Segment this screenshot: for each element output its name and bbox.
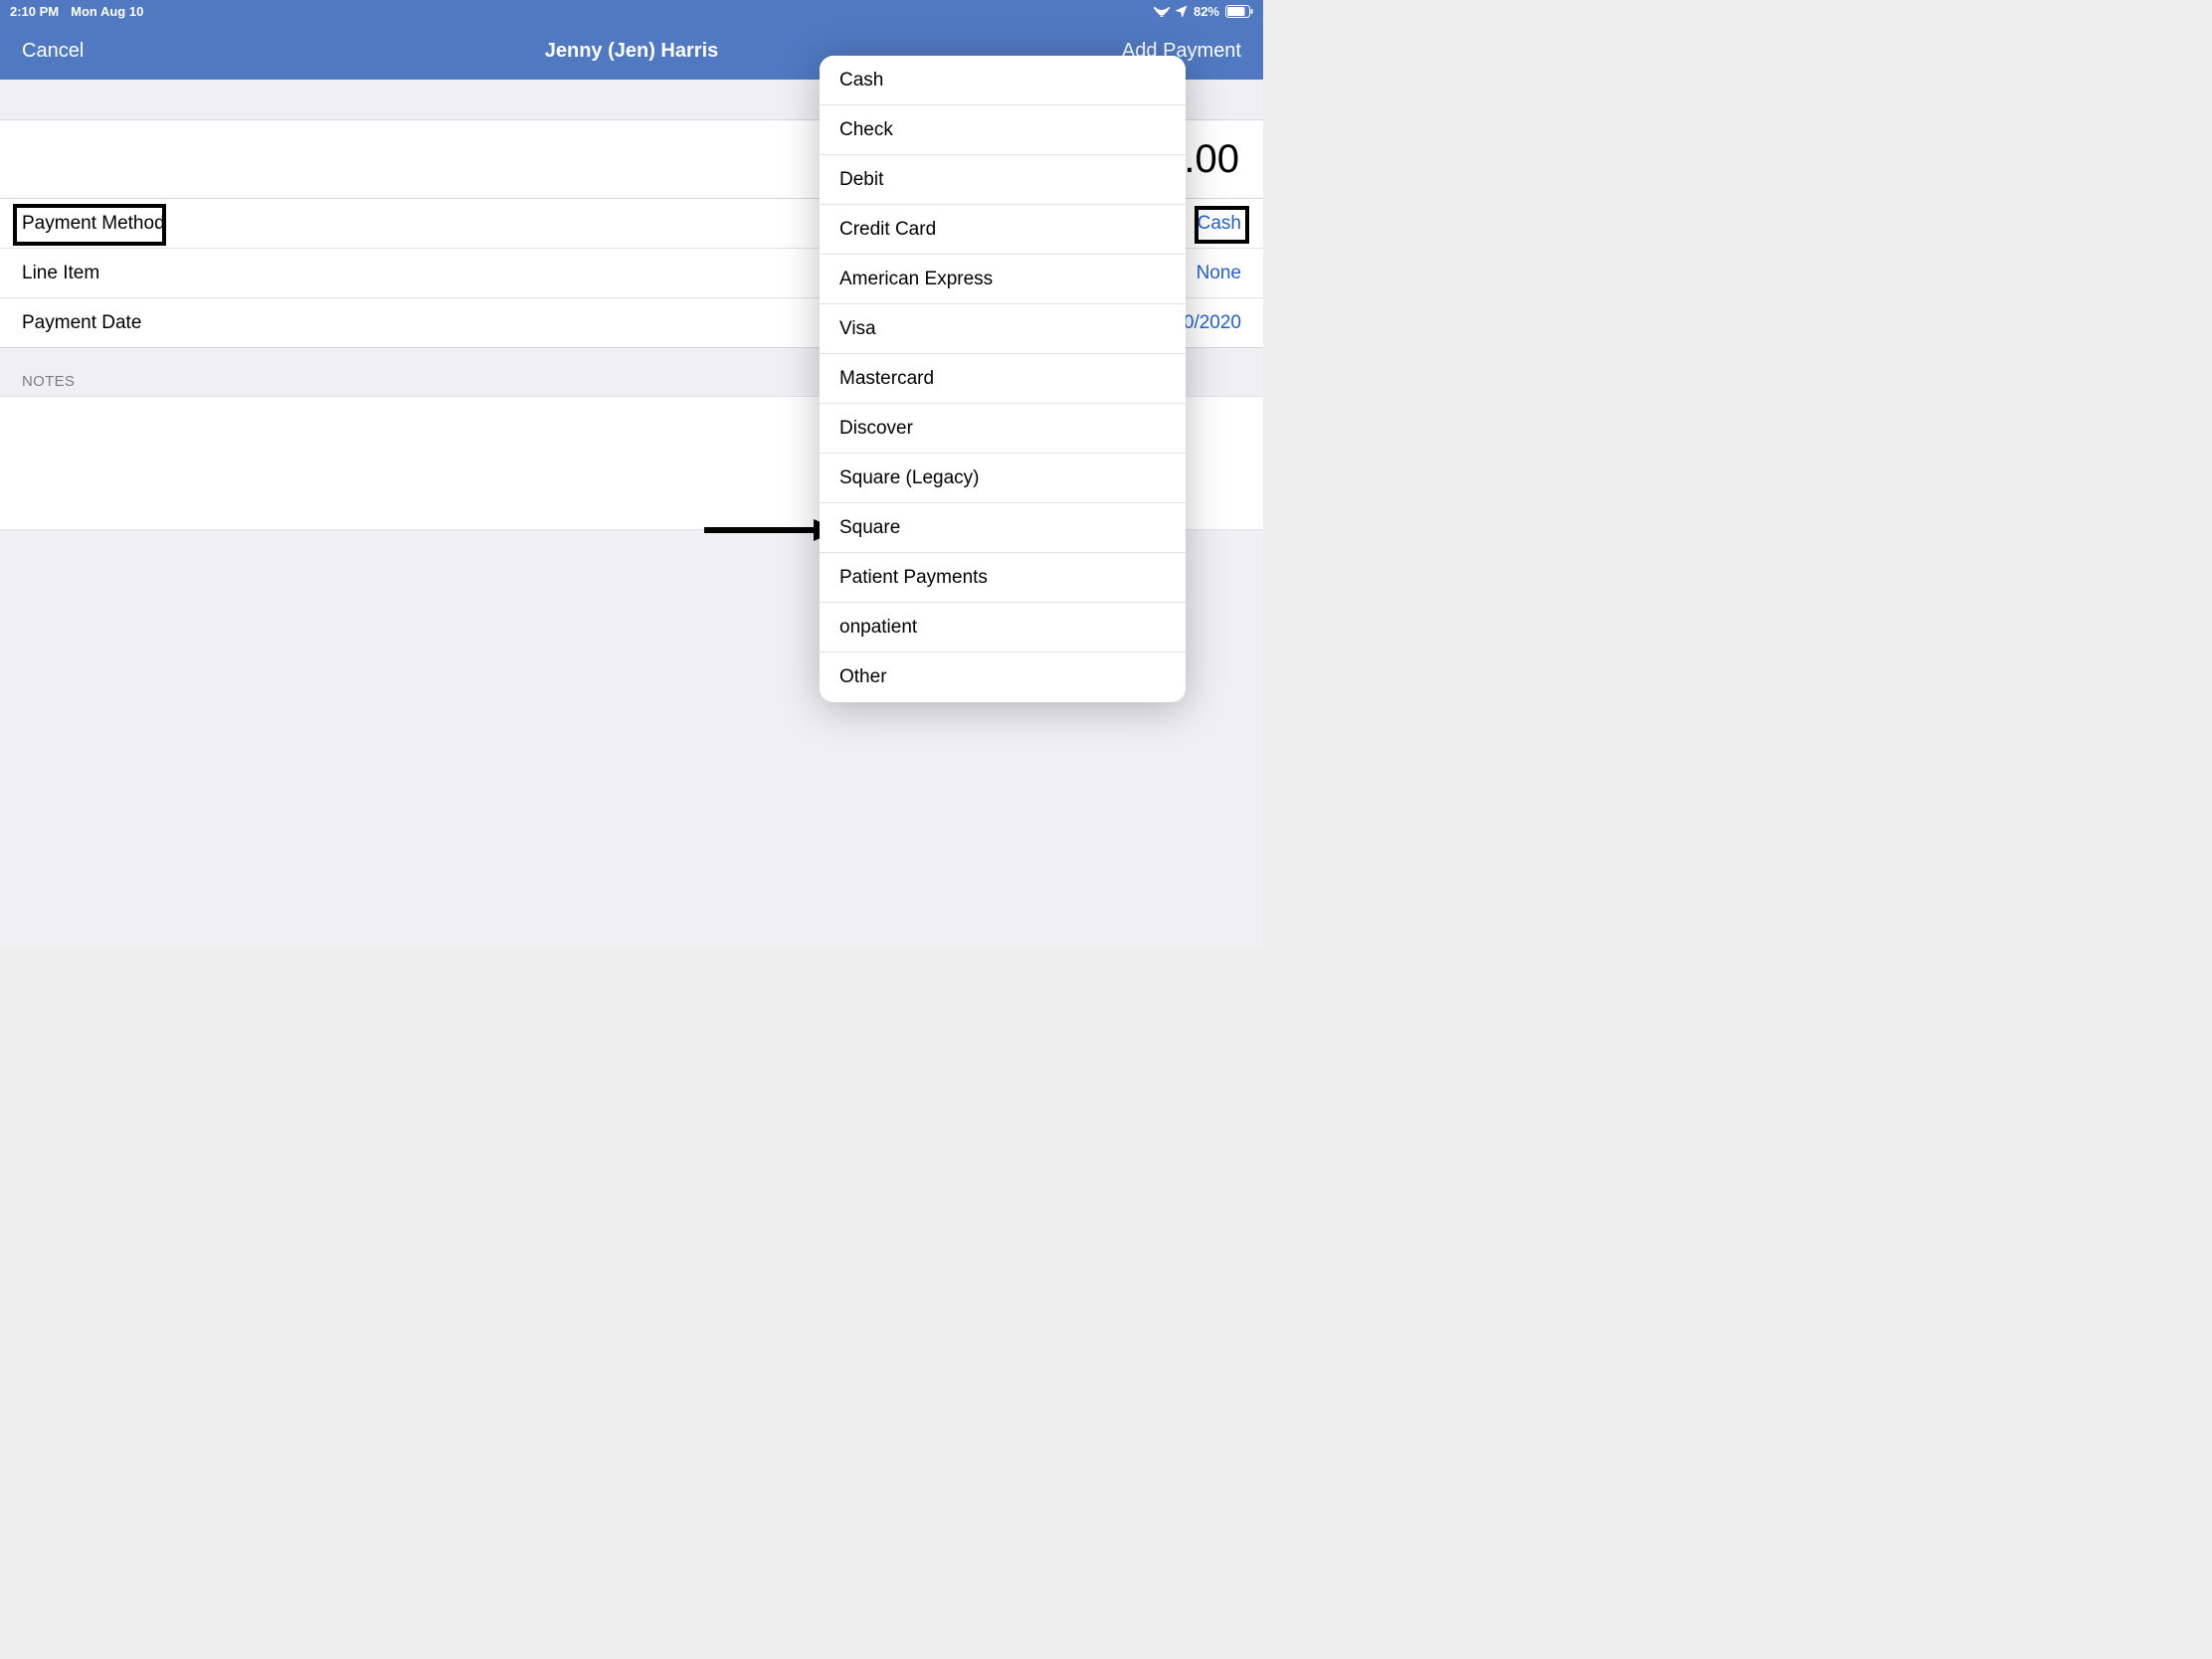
popover-item-credit-card[interactable]: Credit Card [820,205,1186,255]
popover-item-onpatient[interactable]: onpatient [820,603,1186,652]
popover-item-amex[interactable]: American Express [820,255,1186,304]
wifi-icon [1154,5,1170,17]
popover-item-debit[interactable]: Debit [820,155,1186,205]
location-icon [1176,5,1188,17]
popover-item-mastercard[interactable]: Mastercard [820,354,1186,404]
payment-date-label: Payment Date [22,312,141,334]
payment-method-label: Payment Method [22,213,165,235]
line-item-value: None [1197,263,1241,284]
popover-item-check[interactable]: Check [820,105,1186,155]
status-bar: 2:10 PM Mon Aug 10 82% [0,0,1263,22]
status-time: 2:10 PM [10,4,59,19]
popover-item-discover[interactable]: Discover [820,404,1186,454]
app-screen: 2:10 PM Mon Aug 10 82% Cancel Jenny (Jen… [0,0,1263,947]
popover-item-visa[interactable]: Visa [820,304,1186,354]
line-item-label: Line Item [22,263,99,284]
battery-icon [1225,5,1253,18]
popover-item-cash[interactable]: Cash [820,56,1186,105]
payment-method-popover: Cash Check Debit Credit Card American Ex… [820,56,1186,702]
popover-item-square-legacy[interactable]: Square (Legacy) [820,454,1186,503]
cancel-button[interactable]: Cancel [22,40,84,63]
popover-item-other[interactable]: Other [820,652,1186,702]
payment-method-value: Cash [1198,213,1241,235]
popover-item-patient-payments[interactable]: Patient Payments [820,553,1186,603]
popover-item-square[interactable]: Square [820,503,1186,553]
status-date: Mon Aug 10 [71,4,143,19]
battery-percent: 82% [1194,4,1219,19]
